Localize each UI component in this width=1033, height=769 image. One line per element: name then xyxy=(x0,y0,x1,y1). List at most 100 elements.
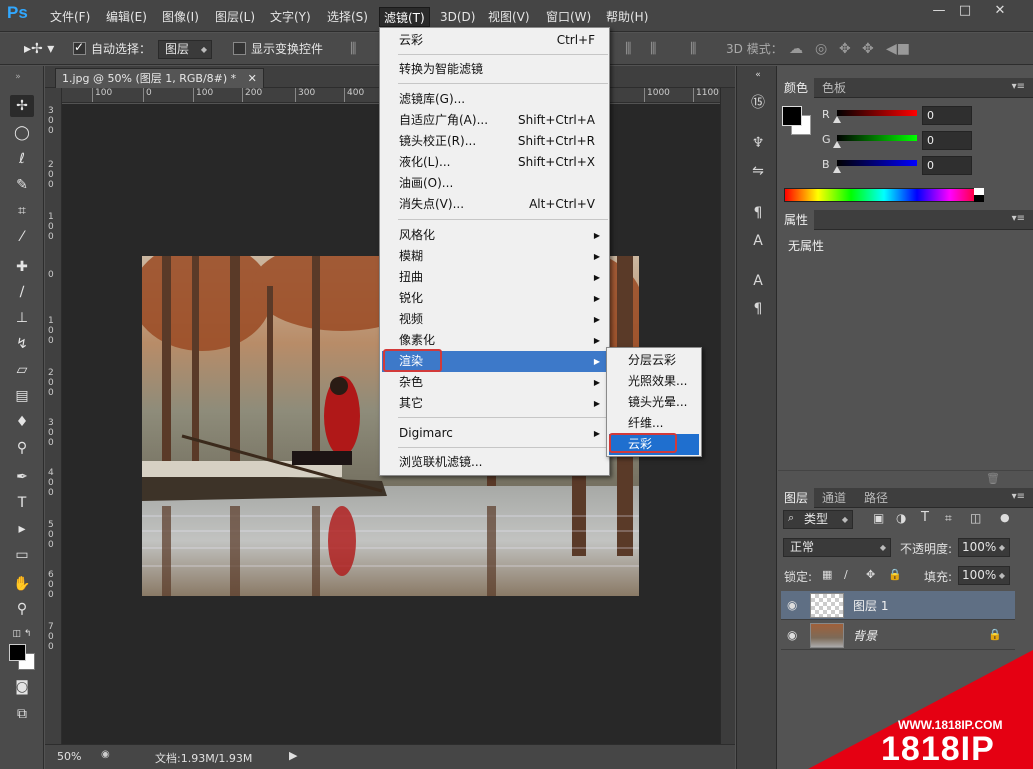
lasso-tool-icon[interactable]: ℓ xyxy=(10,148,34,170)
lock-pixels-icon[interactable]: ∕ xyxy=(844,568,848,581)
filter-last-clouds[interactable]: 云彩 Ctrl+F xyxy=(382,30,607,51)
lock-position-icon[interactable]: ✥ xyxy=(866,568,875,581)
filter-convert-smart[interactable]: 转换为智能滤镜 xyxy=(382,59,607,80)
zoom-tool-icon[interactable]: ⚲ xyxy=(10,598,34,620)
render-fibers[interactable]: 纤维... xyxy=(609,413,699,434)
adjustments-panel-icon[interactable]: ⇋ xyxy=(749,162,767,180)
quick-select-tool-icon[interactable]: ✎ xyxy=(10,174,34,196)
tab-channels[interactable]: 通道 xyxy=(816,488,852,508)
type-panel-icon[interactable]: A xyxy=(749,272,767,290)
fill-input[interactable]: 100% xyxy=(958,566,1010,585)
foreground-color-swatch[interactable] xyxy=(9,644,26,661)
eyedropper-tool-icon[interactable]: ⁄ xyxy=(10,226,34,248)
dodge-tool-icon[interactable]: ⚲ xyxy=(10,437,34,459)
tab-color[interactable]: 颜色 xyxy=(778,78,815,98)
filter-adaptive-wide-angle[interactable]: 自适应广角(A)... Shift+Ctrl+A xyxy=(382,110,607,131)
render-lighting-effects[interactable]: 光照效果... xyxy=(609,371,699,392)
filter-video[interactable]: 视频 ▶ xyxy=(382,309,607,330)
filter-pixelate[interactable]: 像素化 ▶ xyxy=(382,330,607,351)
opacity-input[interactable]: 100% xyxy=(958,538,1010,557)
filter-shape-icon[interactable]: ⌗ xyxy=(945,511,952,526)
move-tool-icon[interactable]: ✢ xyxy=(10,95,34,117)
pen-tool-icon[interactable]: ✒ xyxy=(10,466,34,488)
type-tool-icon[interactable]: T xyxy=(10,492,34,514)
filter-sharpen[interactable]: 锐化 ▶ xyxy=(382,288,607,309)
panel-menu-icon[interactable]: ▾≡ xyxy=(1012,81,1025,92)
panel-menu-icon[interactable]: ▾≡ xyxy=(1012,213,1025,224)
auto-select-checkbox[interactable] xyxy=(73,40,86,55)
filter-pixel-icon[interactable]: ▣ xyxy=(873,511,884,525)
maximize-button[interactable]: □ xyxy=(950,2,980,20)
close-tab-icon[interactable]: ✕ xyxy=(248,72,257,85)
layer-row[interactable]: ◉ 图层 1 xyxy=(781,591,1015,620)
render-difference-clouds[interactable]: 分层云彩 xyxy=(609,350,699,371)
vertical-scrollbar[interactable] xyxy=(720,88,735,744)
eraser-tool-icon[interactable]: ▱ xyxy=(10,359,34,381)
character-panel-icon[interactable]: A xyxy=(749,232,767,250)
align-icon[interactable]: ⫼ xyxy=(350,41,356,57)
zoom-level[interactable]: 50% xyxy=(57,750,81,763)
layer-name[interactable]: 图层 1 xyxy=(853,597,888,614)
filter-toggle-icon[interactable]: ● xyxy=(1000,511,1010,524)
eye-icon[interactable]: ◉ xyxy=(787,598,797,612)
eye-icon[interactable]: ◉ xyxy=(787,628,797,642)
3d-drag-icon[interactable]: ✥ xyxy=(839,41,851,57)
shape-tool-icon[interactable]: ▭ xyxy=(10,544,34,566)
brush-panel-icon[interactable]: ♆ xyxy=(749,134,767,152)
3d-scale-icon[interactable]: ◀■ xyxy=(886,41,910,57)
input-b[interactable]: 0 xyxy=(922,156,972,175)
history-brush-icon[interactable]: ↯ xyxy=(10,333,34,355)
filter-oil-paint[interactable]: 油画(O)... xyxy=(382,173,607,194)
blend-mode-select[interactable]: 正常 xyxy=(783,538,891,557)
stamp-tool-icon[interactable]: ⊥ xyxy=(10,307,34,329)
screen-mode-icon[interactable]: ⧉ xyxy=(10,703,34,725)
slider-r[interactable] xyxy=(837,110,917,116)
status-arrow-icon[interactable]: ▶ xyxy=(289,749,297,762)
crop-tool-icon[interactable]: ⌗ xyxy=(10,200,34,222)
layer-name[interactable]: 背景 xyxy=(853,627,877,644)
quick-mask-icon[interactable]: ◙ xyxy=(10,676,34,698)
move-tool-icon[interactable]: ▸✢ ▾ xyxy=(24,41,54,58)
hand-tool-icon[interactable]: ✋ xyxy=(10,573,34,595)
panel-menu-icon[interactable]: ▾≡ xyxy=(1012,491,1025,502)
menu-layer[interactable]: 图层(L) xyxy=(211,7,259,27)
filter-blur[interactable]: 模糊 ▶ xyxy=(382,246,607,267)
trash-icon[interactable]: 🗑 xyxy=(986,472,1000,485)
swap-colors-icon[interactable]: ◫ ↰ xyxy=(10,623,34,645)
tab-swatches[interactable]: 色板 xyxy=(816,78,852,98)
filter-browse-online[interactable]: 浏览联机滤镜... xyxy=(382,452,607,473)
slider-g[interactable] xyxy=(837,135,917,141)
marquee-tool-icon[interactable]: ◯ xyxy=(10,122,34,144)
document-tab[interactable]: 1.jpg @ 50% (图层 1, RGB/8#) * ✕ xyxy=(55,68,264,88)
filter-stylize[interactable]: 风格化 ▶ xyxy=(382,225,607,246)
menu-image[interactable]: 图像(I) xyxy=(158,7,203,27)
input-g[interactable]: 0 xyxy=(922,131,972,150)
filter-vanishing-point[interactable]: 消失点(V)... Alt+Ctrl+V xyxy=(382,194,607,215)
path-select-tool-icon[interactable]: ▸ xyxy=(10,518,34,540)
blur-tool-icon[interactable]: ♦ xyxy=(10,411,34,433)
paragraph-panel-icon[interactable]: ¶ xyxy=(749,204,767,222)
fg-color-swatch[interactable] xyxy=(782,106,802,126)
auto-select-target-select[interactable]: 图层 xyxy=(158,40,212,59)
collapse-icon[interactable]: » xyxy=(6,66,30,88)
3d-roll-icon[interactable]: ◎ xyxy=(815,41,827,57)
filter-liquify[interactable]: 液化(L)... Shift+Ctrl+X xyxy=(382,152,607,173)
menu-select[interactable]: 选择(S) xyxy=(323,7,372,27)
3d-slide-icon[interactable]: ✥ xyxy=(862,41,874,57)
distribute-icon[interactable]: ⫼ xyxy=(625,41,631,57)
close-window-button[interactable]: ✕ xyxy=(985,2,1015,20)
tab-paths[interactable]: 路径 xyxy=(858,488,894,508)
color-spectrum-bar[interactable] xyxy=(784,188,984,202)
collapse-icon[interactable]: « xyxy=(749,66,767,84)
tab-layers[interactable]: 图层 xyxy=(778,488,815,508)
filter-smart-icon[interactable]: ◫ xyxy=(970,511,981,525)
filter-noise[interactable]: 杂色 ▶ xyxy=(382,372,607,393)
menu-3d[interactable]: 3D(D) xyxy=(436,7,479,27)
filter-type-icon[interactable]: T xyxy=(921,510,929,525)
input-r[interactable]: 0 xyxy=(922,106,972,125)
brush-tool-icon[interactable]: ∕ xyxy=(10,281,34,303)
menu-type[interactable]: 文字(Y) xyxy=(266,7,315,27)
layer-row[interactable]: ◉ 背景 🔒 xyxy=(781,621,1015,650)
auto-align-icon[interactable]: ⫼ xyxy=(690,41,696,57)
lock-transparent-icon[interactable]: ▦ xyxy=(822,568,832,581)
